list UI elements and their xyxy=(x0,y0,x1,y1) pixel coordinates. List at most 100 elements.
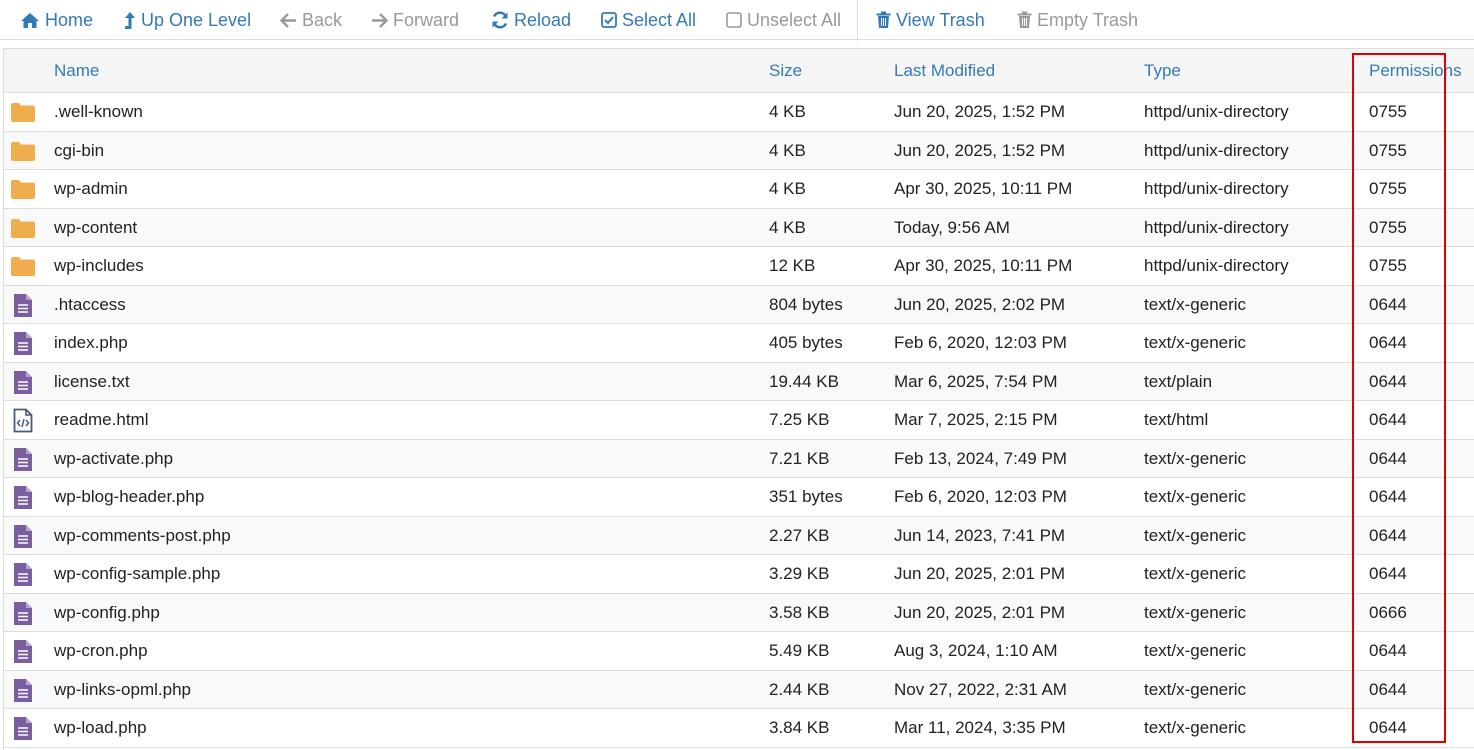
file-size: 4 KB xyxy=(769,217,806,237)
file-permissions: 0644 xyxy=(1369,679,1407,699)
table-body: .well-known 4 KB Jun 20, 2025, 1:52 PM http… xyxy=(4,93,1474,748)
file-type: text/html xyxy=(1144,410,1209,429)
file-name[interactable]: wp-blog-header.php xyxy=(54,478,204,516)
file-name[interactable]: wp-content xyxy=(54,209,137,247)
empty-trash-button[interactable]: Empty Trash xyxy=(1017,0,1138,40)
file-name[interactable]: index.php xyxy=(54,324,128,362)
file-name[interactable]: .well-known xyxy=(54,93,143,131)
file-text-icon xyxy=(10,447,36,472)
unselect-all-button[interactable]: Unselect All xyxy=(726,0,841,40)
file-permissions: 0755 xyxy=(1369,179,1407,198)
column-header-name[interactable]: Name xyxy=(54,49,99,93)
file-permissions: 0644 xyxy=(1369,564,1407,583)
file-size: 804 bytes xyxy=(769,294,843,314)
file-name[interactable]: license.txt xyxy=(54,363,130,401)
file-last-modified: Apr 30, 2025, 10:11 PM xyxy=(894,256,1073,275)
file-text-icon xyxy=(10,601,36,626)
column-header-permissions[interactable]: Permissions xyxy=(1369,49,1462,93)
file-name[interactable]: wp-config.php xyxy=(54,594,160,632)
file-text-icon xyxy=(10,293,36,318)
folder-icon xyxy=(10,139,36,164)
up-one-level-button[interactable]: Up One Level xyxy=(124,0,251,40)
table-row[interactable]: wp-config-sample.php 3.29 KB Jun 20, 2025,… xyxy=(4,555,1474,594)
file-last-modified: Nov 27, 2022, 2:31 AM xyxy=(894,679,1067,699)
reload-button[interactable]: Reload xyxy=(491,0,571,40)
file-size: 19.44 KB xyxy=(769,371,839,391)
select-all-button[interactable]: Select All xyxy=(601,0,696,40)
table-row[interactable]: index.php 405 bytes Feb 6, 2020, 12:03 PM t… xyxy=(4,324,1474,363)
file-size: 5.49 KB xyxy=(769,641,830,660)
table-row[interactable]: cgi-bin 4 KB Jun 20, 2025, 1:52 PM httpd/un… xyxy=(4,131,1474,170)
table-row[interactable]: wp-blog-header.php 351 bytes Feb 6, 2020, … xyxy=(4,478,1474,517)
checkbox-checked-icon xyxy=(601,12,617,28)
file-code-icon xyxy=(10,408,36,433)
column-header-type[interactable]: Type xyxy=(1144,49,1181,93)
forward-button[interactable]: Forward xyxy=(371,0,459,40)
forward-label: Forward xyxy=(393,9,460,30)
table-row[interactable]: readme.html 7.25 KB Mar 7, 2025, 2:15 PM te… xyxy=(4,401,1474,440)
table-row[interactable]: license.txt 19.44 KB Mar 6, 2025, 7:54 PM t… xyxy=(4,362,1474,401)
table-row[interactable]: wp-config.php 3.58 KB Jun 20, 2025, 2:01 P… xyxy=(4,593,1474,632)
file-type: text/x-generic xyxy=(1144,448,1247,468)
back-button[interactable]: Back xyxy=(280,0,342,40)
file-last-modified: Mar 7, 2025, 2:15 PM xyxy=(894,410,1058,429)
file-last-modified: Jun 14, 2023, 7:41 PM xyxy=(894,525,1066,545)
file-text-icon xyxy=(10,485,36,510)
back-label: Back xyxy=(302,9,343,30)
file-name[interactable]: wp-load.php xyxy=(54,709,147,747)
table-row[interactable]: wp-admin 4 KB Apr 30, 2025, 10:11 PM httpd/… xyxy=(4,170,1474,209)
file-name[interactable]: .htaccess xyxy=(54,286,126,324)
file-size: 405 bytes xyxy=(769,333,843,352)
table-row[interactable]: wp-comments-post.php 2.27 KB Jun 14, 2023,… xyxy=(4,516,1474,555)
file-type: httpd/unix-directory xyxy=(1144,179,1289,198)
file-name[interactable]: wp-cron.php xyxy=(54,632,148,670)
file-name[interactable]: readme.html xyxy=(54,401,148,439)
file-name[interactable]: wp-comments-post.php xyxy=(54,517,231,555)
file-name[interactable]: wp-admin xyxy=(54,170,128,208)
table-row[interactable]: wp-activate.php 7.21 KB Feb 13, 2024, 7:49… xyxy=(4,439,1474,478)
file-size: 12 KB xyxy=(769,256,816,275)
file-permissions: 0644 xyxy=(1369,718,1407,737)
column-header-size[interactable]: Size xyxy=(769,49,802,93)
table-row[interactable]: wp-load.php 3.84 KB Mar 11, 2024, 3:35 PM t… xyxy=(4,709,1474,748)
file-permissions: 0644 xyxy=(1369,410,1407,429)
reload-label: Reload xyxy=(514,9,572,30)
file-last-modified: Jun 20, 2025, 1:52 PM xyxy=(894,140,1066,160)
file-name[interactable]: cgi-bin xyxy=(54,132,104,170)
file-type: text/x-generic xyxy=(1144,487,1247,506)
table-row[interactable]: wp-content 4 KB Today, 9:56 AM httpd/unix-d… xyxy=(4,208,1474,247)
level-up-icon xyxy=(124,11,136,30)
file-last-modified: Today, 9:56 AM xyxy=(894,217,1010,237)
file-permissions: 0644 xyxy=(1369,333,1407,352)
file-text-icon xyxy=(10,562,36,587)
table-header: Name Size Last Modified Type Permissions xyxy=(4,49,1474,93)
file-type: text/x-generic xyxy=(1144,333,1247,352)
table-row[interactable]: wp-includes 12 KB Apr 30, 2025, 10:11 PM ht… xyxy=(4,247,1474,286)
file-last-modified: Jun 20, 2025, 2:01 PM xyxy=(894,564,1066,583)
table-row[interactable]: wp-links-opml.php 2.44 KB Nov 27, 2022, 2:… xyxy=(4,670,1474,709)
folder-icon xyxy=(10,216,36,241)
file-name[interactable]: wp-links-opml.php xyxy=(54,671,191,709)
file-text-icon xyxy=(10,639,36,664)
file-permissions: 0644 xyxy=(1369,641,1407,660)
file-last-modified: Feb 6, 2020, 12:03 PM xyxy=(894,487,1067,506)
file-name[interactable]: wp-config-sample.php xyxy=(54,555,220,593)
home-button[interactable]: Home xyxy=(20,0,93,40)
file-name[interactable]: wp-includes xyxy=(54,247,144,285)
table-row[interactable]: wp-cron.php 5.49 KB Aug 3, 2024, 1:10 AM te… xyxy=(4,632,1474,671)
file-last-modified: Mar 11, 2024, 3:35 PM xyxy=(894,718,1066,737)
table-row[interactable]: .htaccess 804 bytes Jun 20, 2025, 2:02 PM t… xyxy=(4,285,1474,324)
file-type: text/x-generic xyxy=(1144,641,1247,660)
file-last-modified: Feb 6, 2020, 12:03 PM xyxy=(894,333,1067,352)
view-trash-button[interactable]: View Trash xyxy=(876,0,985,40)
file-type: text/x-generic xyxy=(1144,294,1247,314)
table-row[interactable]: .well-known 4 KB Jun 20, 2025, 1:52 PM http… xyxy=(4,93,1474,132)
file-type: text/x-generic xyxy=(1144,718,1247,737)
file-text-icon xyxy=(10,370,36,395)
file-permissions: 0644 xyxy=(1369,371,1407,391)
file-size: 7.21 KB xyxy=(769,448,830,468)
file-last-modified: Jun 20, 2025, 2:01 PM xyxy=(894,602,1066,622)
column-header-last-modified[interactable]: Last Modified xyxy=(894,49,995,93)
file-type: httpd/unix-directory xyxy=(1144,102,1289,121)
file-name[interactable]: wp-activate.php xyxy=(54,440,173,478)
